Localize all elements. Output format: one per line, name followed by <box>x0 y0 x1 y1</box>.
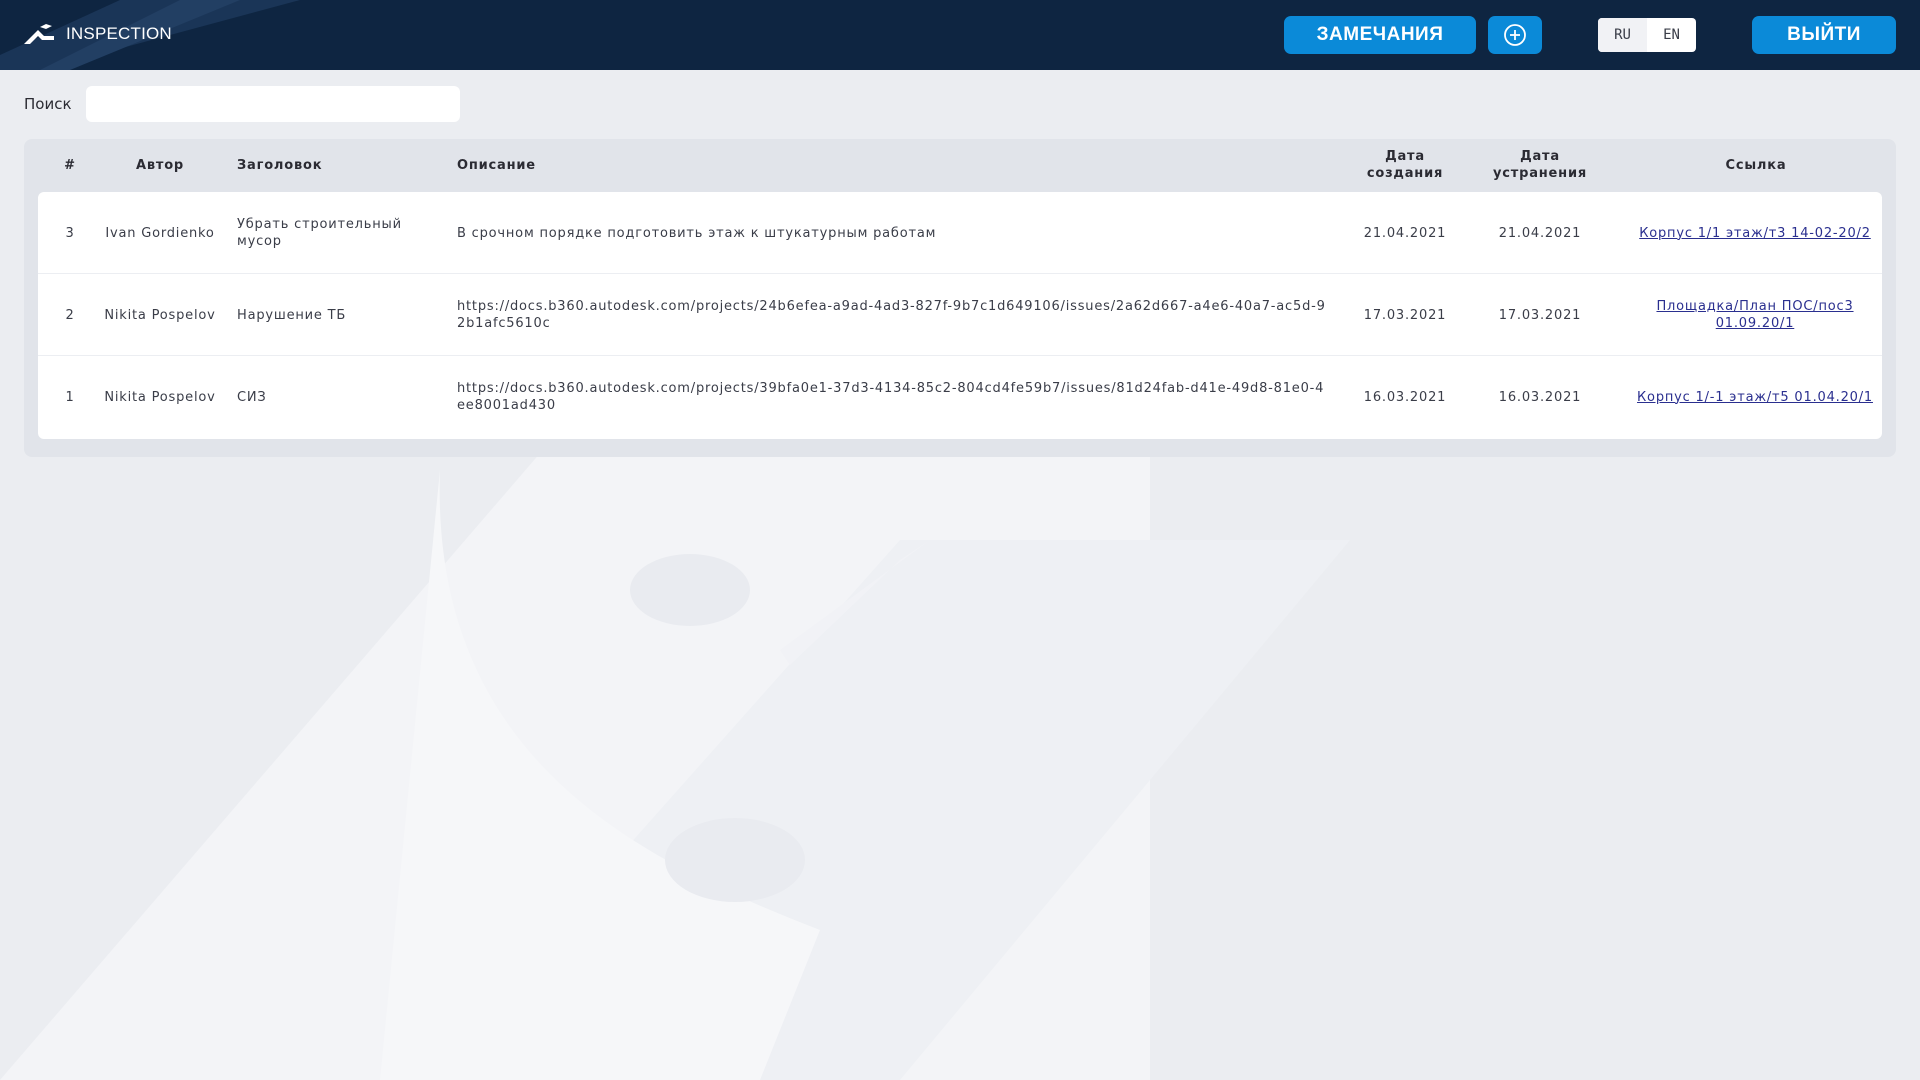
drawing-link[interactable]: Корпус 1/1 этаж/т3 14-02-20/2 <box>1639 225 1871 242</box>
remarks-button[interactable]: ЗАМЕЧАНИЯ <box>1284 16 1476 54</box>
cell-link: Корпус 1/1 этаж/т3 14-02-20/2 <box>1632 192 1878 274</box>
cell-fixed: 21.04.2021 <box>1498 225 1582 241</box>
column-header-author[interactable]: Автор <box>108 139 212 191</box>
cell-fixed: 17.03.2021 <box>1498 307 1582 323</box>
header-decoration <box>0 0 300 70</box>
cell-fixed: 16.03.2021 <box>1498 389 1582 405</box>
plus-circle-icon <box>1504 24 1526 46</box>
table-row[interactable]: 3 Ivan Gordienko Убрать строительный мус… <box>38 192 1882 274</box>
cell-title: Убрать строительный мусор <box>237 217 402 249</box>
cell-link: Площадка/План ПОС/пос3 01.09.20/1 <box>1648 274 1862 356</box>
cell-description: https://docs.b360.autodesk.com/projects/… <box>457 381 1325 413</box>
lang-en[interactable]: EN <box>1647 18 1696 52</box>
cell-author: Nikita Pospelov <box>104 307 216 323</box>
add-remark-button[interactable] <box>1488 16 1542 54</box>
cell-title: СИЗ <box>237 389 267 405</box>
logout-button[interactable]: ВЫЙТИ <box>1752 16 1896 54</box>
search-input[interactable] <box>86 86 460 122</box>
cell-description: В срочном порядке подготовить этаж к шту… <box>457 225 937 241</box>
drawing-link[interactable]: Корпус 1/-1 этаж/т5 01.04.20/1 <box>1637 389 1873 406</box>
search-label: Поиск <box>24 95 72 113</box>
table-header: # Автор Заголовок Описание Дата создания… <box>24 139 1896 191</box>
table-row[interactable]: 1 Nikita Pospelov СИЗ https://docs.b360.… <box>38 356 1882 438</box>
cell-created: 17.03.2021 <box>1363 307 1447 323</box>
cell-num: 3 <box>65 225 75 241</box>
cell-title: Нарушение ТБ <box>237 307 347 323</box>
remarks-table: # Автор Заголовок Описание Дата создания… <box>24 139 1896 457</box>
cell-author: Nikita Pospelov <box>104 389 216 405</box>
cell-created: 16.03.2021 <box>1363 389 1447 405</box>
cell-author: Ivan Gordienko <box>105 225 215 241</box>
cell-num: 2 <box>65 307 75 323</box>
cell-created: 21.04.2021 <box>1363 225 1447 241</box>
logo-icon <box>24 24 54 44</box>
table-body: 3 Ivan Gordienko Убрать строительный мус… <box>38 192 1882 439</box>
top-navbar: INSPECTION ЗАМЕЧАНИЯ RU EN ВЫЙТИ <box>0 0 1920 70</box>
column-header-title[interactable]: Заголовок <box>237 139 437 191</box>
column-header-fixed[interactable]: Дата устранения <box>1476 139 1604 191</box>
cell-num: 1 <box>65 389 75 405</box>
column-header-description[interactable]: Описание <box>457 139 857 191</box>
cell-link: Корпус 1/-1 этаж/т5 01.04.20/1 <box>1632 356 1878 438</box>
app-brand: INSPECTION <box>66 24 172 43</box>
column-header-num[interactable]: # <box>38 139 102 191</box>
language-switcher: RU EN <box>1598 18 1696 52</box>
column-header-created[interactable]: Дата создания <box>1350 139 1460 191</box>
cell-description: https://docs.b360.autodesk.com/projects/… <box>457 299 1326 331</box>
drawing-link[interactable]: Площадка/План ПОС/пос3 01.09.20/1 <box>1648 298 1862 332</box>
lang-ru[interactable]: RU <box>1598 18 1647 52</box>
column-header-link[interactable]: Ссылка <box>1640 139 1872 191</box>
table-row[interactable]: 2 Nikita Pospelov Нарушение ТБ https://d… <box>38 274 1882 356</box>
